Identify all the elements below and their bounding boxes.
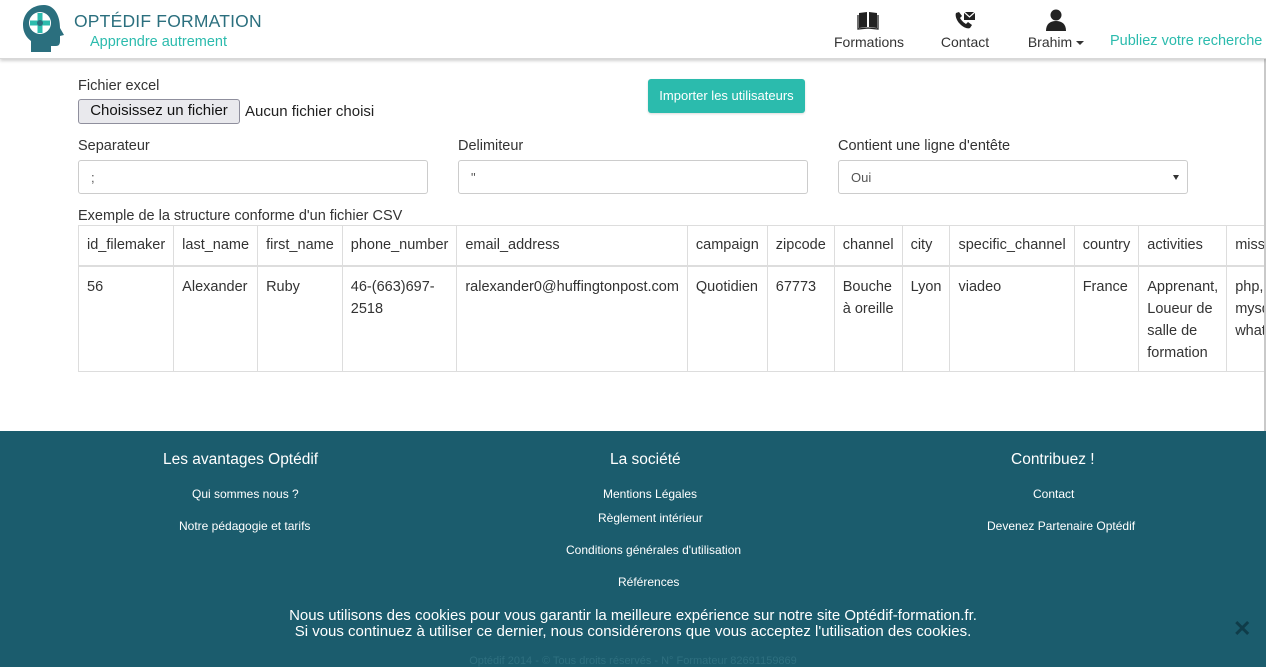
nav-formations-label: Formations (834, 34, 905, 50)
copyright-text: Optédif 2014 - © Tous droits réservés - … (469, 655, 797, 667)
table-cell: viadeo (949, 265, 1075, 372)
table-cell: Alexander (173, 265, 259, 372)
column-header: channel (833, 225, 903, 267)
cookie-banner: Nous utilisons des cookies pour vous gar… (0, 608, 1266, 648)
nav-user-menu[interactable]: Brahim (1026, 8, 1086, 50)
table-cell: 46-(663)697-2518 (341, 265, 458, 372)
column-header: email_address (456, 225, 688, 267)
column-header: last_name (173, 225, 259, 267)
table-cell: 56 (77, 265, 175, 372)
csv-example-table: id_filemaker last_name first_name phone_… (77, 225, 1266, 372)
column-header: specific_channel (949, 225, 1075, 267)
brand-tagline: Apprendre autrement (90, 34, 228, 50)
close-icon[interactable]: ✕ (1233, 616, 1251, 642)
nav-formations[interactable]: Formations (834, 8, 905, 50)
table-cell: ralexander0@huffingtonpost.com (456, 265, 688, 372)
brand-name: OPTÉDIF FORMATION (74, 11, 262, 31)
footer-link-terms[interactable]: Conditions générales d'utilisation (566, 543, 741, 557)
column-header: phone_number (341, 225, 458, 267)
nav-publish-link[interactable]: Publiez votre recherche (1110, 33, 1262, 49)
footer-link-rules[interactable]: Règlement intérieur (598, 511, 703, 525)
nav-user-name: Brahim (1027, 34, 1073, 50)
user-icon (1046, 9, 1066, 31)
chevron-down-icon (1076, 41, 1085, 46)
brand-logo[interactable]: OPTÉDIF FORMATION Apprendre autrement (14, 2, 264, 54)
column-header: city (901, 225, 951, 267)
nav-contact[interactable]: Contact (940, 8, 990, 50)
table-cell: 67773 (766, 265, 835, 372)
column-header: country (1073, 225, 1140, 267)
brain-head-logo-icon (23, 5, 64, 52)
footer-link-about[interactable]: Qui sommes nous ? (192, 487, 299, 501)
top-navbar: OPTÉDIF FORMATION Apprendre autrement Fo… (0, 0, 1266, 59)
nav-contact-label: Contact (940, 34, 990, 50)
column-header: misspelled (1226, 225, 1266, 267)
column-header: zipcode (766, 225, 835, 267)
footer-col2-title: La société (610, 451, 681, 468)
cookie-text-line1: Nous utilisons des cookies pour vous gar… (289, 607, 977, 624)
open-book-icon (857, 12, 879, 30)
table-cell: php, mysql, whatever (1226, 265, 1266, 372)
column-header: campaign (686, 225, 768, 267)
table-cell: Quotidien (686, 265, 768, 372)
table-cell: Lyon (901, 265, 951, 372)
column-header: id_filemaker (77, 225, 175, 267)
column-header: first_name (257, 225, 343, 267)
table-cell: France (1073, 265, 1140, 372)
column-header: activities (1138, 225, 1228, 267)
footer-link-pedagogy[interactable]: Notre pédagogie et tarifs (179, 519, 310, 533)
table-header-row: id_filemaker last_name first_name phone_… (77, 225, 1266, 267)
footer-col3-title: Contribuez ! (1011, 451, 1095, 468)
footer-col1-title: Les avantages Optédif (163, 451, 319, 468)
cookie-text-line2: Si vous continuez à utiliser ce dernier,… (294, 623, 972, 640)
footer-link-contact[interactable]: Contact (1033, 487, 1074, 501)
table-cell: Ruby (257, 265, 343, 372)
footer-link-partner[interactable]: Devenez Partenaire Optédif (987, 519, 1135, 533)
table-row: 56 Alexander Ruby 46-(663)697-2518 ralex… (77, 265, 1266, 372)
table-cell: Bouche à oreille (833, 265, 903, 372)
table-cell: Apprenant, Loueur de salle de formation (1138, 265, 1228, 372)
footer-link-legal[interactable]: Mentions Légales (603, 487, 697, 501)
phone-mail-icon (955, 11, 976, 29)
footer-link-references[interactable]: Références (618, 575, 679, 589)
